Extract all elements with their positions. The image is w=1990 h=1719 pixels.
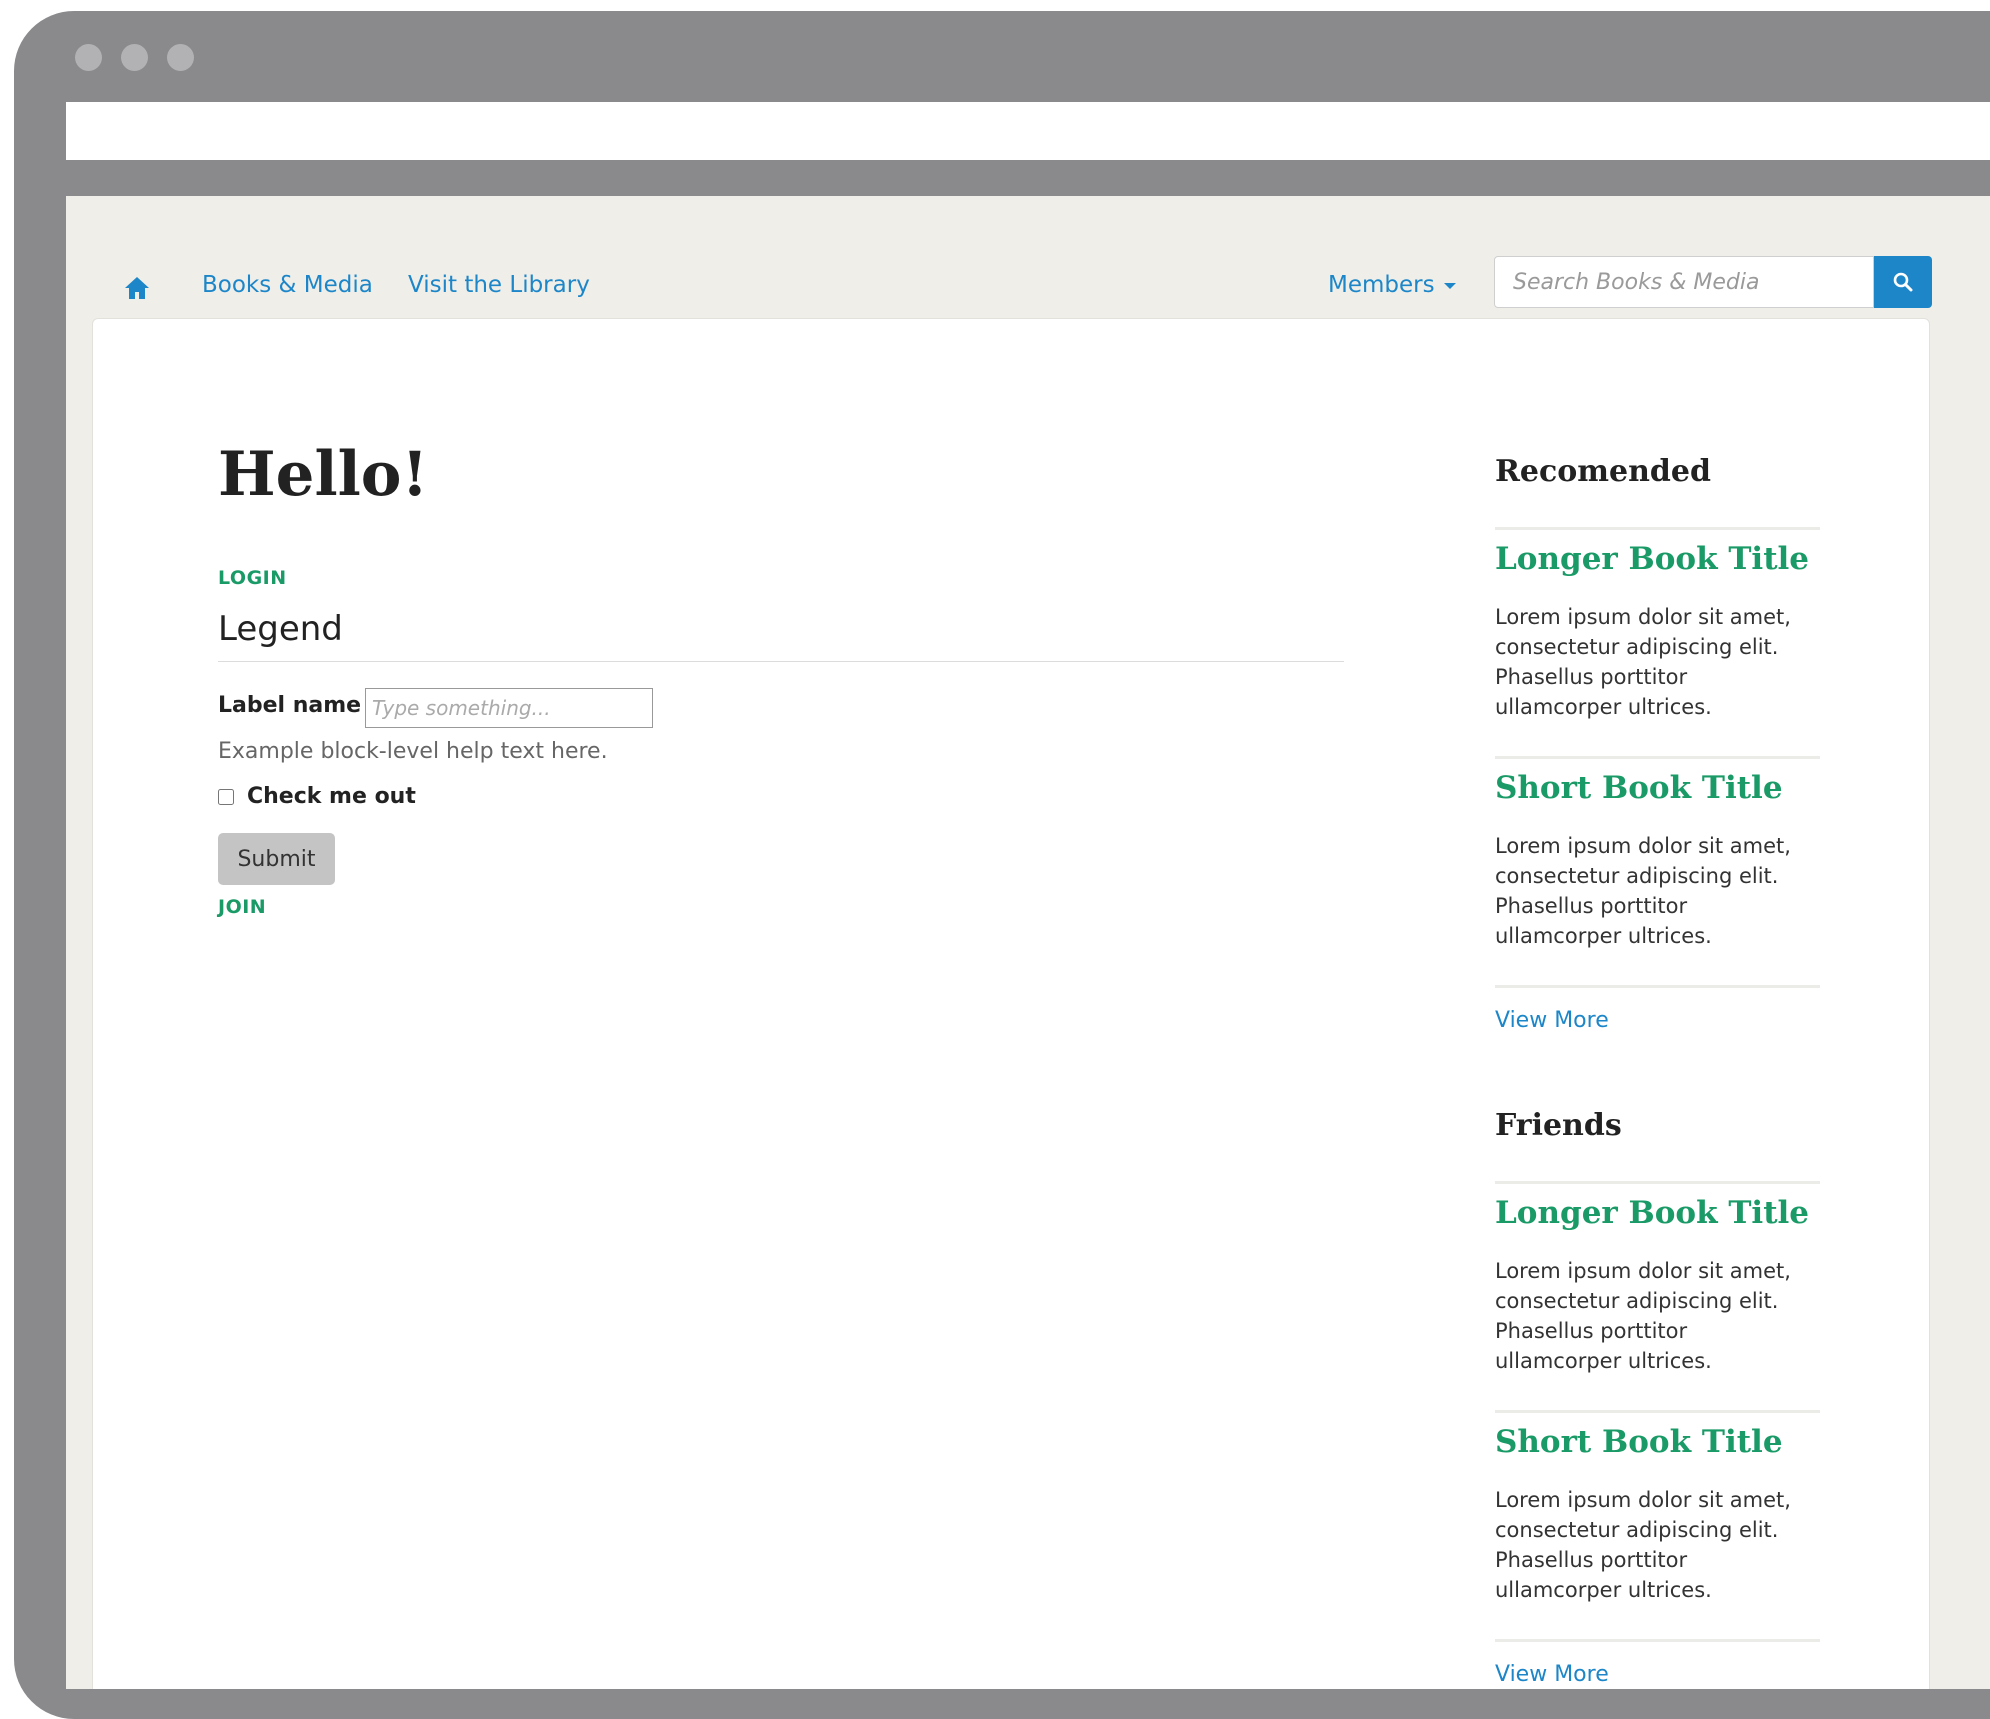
book-description-line: consectetur adipiscing elit. — [1495, 1518, 1779, 1542]
book-description-line: Phasellus porttitor — [1495, 894, 1688, 918]
search-input[interactable] — [1494, 256, 1874, 308]
browser-frame: Books & Media Visit the Library Members … — [14, 11, 1990, 1719]
check-me-out-checkbox[interactable] — [218, 789, 234, 805]
text-field[interactable] — [365, 688, 653, 728]
submit-button[interactable]: Submit — [218, 833, 335, 885]
book-description-line: Lorem ipsum dolor sit amet, — [1495, 1488, 1791, 1512]
book-description-line: ullamcorper ultrices. — [1495, 1349, 1712, 1373]
nav-link-visit-library[interactable]: Visit the Library — [408, 272, 590, 298]
book-description-line: consectetur adipiscing elit. — [1495, 635, 1779, 659]
minimize-window-dot[interactable] — [121, 44, 148, 71]
book-description-line: Phasellus porttitor — [1495, 1548, 1688, 1572]
address-bar[interactable] — [66, 102, 1990, 160]
book-title-link[interactable]: Short Book Title — [1495, 770, 1783, 806]
book-description: Lorem ipsum dolor sit amet, consectetur … — [1495, 1485, 1820, 1605]
page-viewport: Books & Media Visit the Library Members … — [66, 196, 1990, 1689]
book-description-line: ullamcorper ultrices. — [1495, 1578, 1712, 1602]
help-text: Example block-level help text here. — [218, 739, 608, 764]
divider — [1495, 756, 1820, 759]
home-icon[interactable] — [124, 275, 150, 301]
book-description-line: ullamcorper ultrices. — [1495, 924, 1712, 948]
members-dropdown[interactable]: Members — [1328, 272, 1456, 298]
book-description-line: ullamcorper ultrices. — [1495, 695, 1712, 719]
nav-link-books-media[interactable]: Books & Media — [202, 272, 373, 298]
view-more-link[interactable]: View More — [1495, 1662, 1609, 1687]
login-link[interactable]: LOGIN — [218, 567, 287, 589]
book-description-line: Phasellus porttitor — [1495, 665, 1688, 689]
field-label: Label name — [218, 693, 362, 718]
book-title-link[interactable]: Longer Book Title — [1495, 541, 1809, 577]
book-description-line: Lorem ipsum dolor sit amet, — [1495, 605, 1791, 629]
members-label: Members — [1328, 272, 1435, 298]
join-link[interactable]: JOIN — [218, 896, 266, 918]
content-card: Hello! LOGIN Legend Label name Example b… — [92, 318, 1930, 1689]
book-title-link[interactable]: Longer Book Title — [1495, 1195, 1809, 1231]
book-description-line: Lorem ipsum dolor sit amet, — [1495, 1259, 1791, 1283]
book-description-line: consectetur adipiscing elit. — [1495, 1289, 1779, 1313]
book-description: Lorem ipsum dolor sit amet, consectetur … — [1495, 831, 1820, 951]
page-title: Hello! — [218, 439, 429, 510]
caret-down-icon — [1443, 282, 1456, 289]
search-button[interactable] — [1874, 256, 1932, 308]
book-description-line: Phasellus porttitor — [1495, 1319, 1688, 1343]
book-description-line: Lorem ipsum dolor sit amet, — [1495, 834, 1791, 858]
book-description: Lorem ipsum dolor sit amet, consectetur … — [1495, 602, 1820, 722]
form-legend: Legend — [218, 609, 1344, 662]
book-title-link[interactable]: Short Book Title — [1495, 1424, 1783, 1460]
book-description: Lorem ipsum dolor sit amet, consectetur … — [1495, 1256, 1820, 1376]
divider — [1495, 1639, 1820, 1642]
maximize-window-dot[interactable] — [167, 44, 194, 71]
sidebar-heading-recommended: Recomended — [1495, 454, 1711, 489]
divider — [1495, 527, 1820, 530]
view-more-link[interactable]: View More — [1495, 1008, 1609, 1033]
search-icon — [1893, 272, 1913, 292]
divider — [1495, 1181, 1820, 1184]
divider — [1495, 1410, 1820, 1413]
window-controls — [75, 44, 194, 71]
divider — [1495, 985, 1820, 988]
top-navbar: Books & Media Visit the Library Members — [66, 196, 1990, 316]
checkbox-label[interactable]: Check me out — [247, 784, 416, 809]
sidebar-heading-friends: Friends — [1495, 1108, 1622, 1143]
close-window-dot[interactable] — [75, 44, 102, 71]
book-description-line: consectetur adipiscing elit. — [1495, 864, 1779, 888]
